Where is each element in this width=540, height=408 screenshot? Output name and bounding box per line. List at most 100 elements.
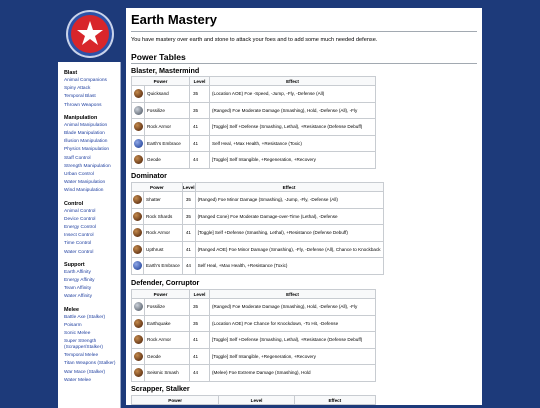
power-icon-cell (131, 101, 145, 119)
power-icon-cell (131, 118, 145, 136)
sidebar-item-water-melee[interactable]: Water Melee (58, 377, 120, 385)
sidebar-item-team-affinity[interactable]: Team Affinity (58, 285, 120, 293)
power-tables-heading: Power Tables (131, 52, 186, 62)
column-header-effect: Effect (209, 289, 376, 299)
power-effect: (Ranged AOE) Foe Minor Damage (Smashing)… (194, 240, 384, 258)
table-row: Earth's Embrace 41 Self Heal, +Max Healt… (131, 134, 376, 152)
power-name[interactable]: Earthquake (144, 314, 190, 332)
sidebar-item-poisarm[interactable]: Poisarm (58, 322, 120, 330)
sidebar-item-physics-manipulation[interactable]: Physics Manipulation (58, 146, 120, 154)
site-logo[interactable] (68, 12, 112, 56)
power-name[interactable]: Fossilize (144, 101, 190, 119)
column-header-effect: Effect (209, 76, 376, 86)
rock-shards-icon (133, 211, 142, 221)
power-table: Power Level Effect Quicksand 35 (Locatio… (131, 76, 376, 169)
sidebar-item-super-strength[interactable]: Super Strength (Scrapper/Stalker) (58, 338, 120, 352)
column-header-level: Level (189, 289, 210, 299)
column-header-level: Level (189, 76, 210, 86)
power-effect: (Location AOE) Foe Chance for Knockdown,… (209, 314, 376, 332)
power-effect: [Toggle] Self +Defense (Smashing, Lethal… (194, 224, 384, 242)
power-level: 41 (189, 134, 210, 152)
sidebar-item-water-control[interactable]: Water Control (58, 249, 120, 257)
power-name[interactable]: Geode (144, 347, 190, 365)
table-row: Rock Armor 41 [Toggle] Self +Defense (Sm… (131, 331, 376, 349)
main-content: Earth Mastery You have mastery over eart… (126, 8, 482, 405)
sidebar-item-insect-control[interactable]: Insect Control (58, 232, 120, 240)
sidebar-item-earth-affinity[interactable]: Earth Affinity (58, 269, 120, 277)
sidebar-item-temporal-blast[interactable]: Temporal Blast (58, 93, 120, 101)
power-effect: (Location AOE) Foe -Speed, -Jump, -Fly, … (209, 85, 376, 103)
fossilize-icon (133, 302, 143, 312)
power-icon-cell (131, 331, 145, 349)
shatter-icon (133, 195, 142, 205)
rock-armor-icon (133, 335, 143, 345)
power-name[interactable]: Geode (144, 151, 190, 169)
sidebar-item-energy-affinity[interactable]: Energy Affinity (58, 277, 120, 285)
power-name[interactable]: Earth's Embrace (143, 257, 183, 275)
geode-icon (133, 155, 143, 165)
power-table: Power Level Effect (130, 395, 377, 405)
table-row: Geode 44 [Toggle] Self Intangible, +Rege… (131, 151, 376, 169)
table-row: Fossilize 35 (Ranged) Foe Moderate Damag… (131, 101, 376, 119)
sidebar-item-titan-weapons[interactable]: Titan Weapons (Stalker) (58, 360, 120, 368)
power-name[interactable]: Rock Armor (144, 118, 190, 136)
sidebar-item-animal-manipulation[interactable]: Animal Manipulation (58, 122, 120, 130)
power-name[interactable]: Earth's Embrace (144, 134, 190, 152)
power-name[interactable]: Rock Armor (144, 331, 190, 349)
section-title: Scrapper, Stalker (131, 384, 190, 393)
sidebar-item-energy-control[interactable]: Energy Control (58, 224, 120, 232)
sidebar-item-staff-control[interactable]: Staff Control (58, 155, 120, 163)
geode-icon (133, 351, 143, 361)
table-header-row: Power Level Effect (131, 182, 384, 192)
power-level: 35 (189, 85, 210, 103)
sidebar-item-war-mace[interactable]: War Mace (Stalker) (58, 369, 120, 377)
power-level: 44 (189, 364, 210, 382)
power-icon-cell (131, 207, 144, 225)
sidebar-item-animal-companions[interactable]: Animal Companions (58, 77, 120, 85)
power-effect: (Ranged Cone) Foe Moderate Damage-over-T… (194, 207, 384, 225)
power-name[interactable]: Upthrust (143, 240, 183, 258)
power-icon-cell (131, 224, 144, 242)
power-effect: (Ranged) Foe Moderate Damage (Smashing),… (209, 298, 376, 316)
section-title: Defender, Corruptor (131, 278, 200, 287)
seismic-smash-icon (133, 368, 143, 378)
power-icon-cell (131, 151, 145, 169)
sidebar-item-water-affinity[interactable]: Water Affinity (58, 293, 120, 301)
power-name[interactable]: Rock Armor (143, 224, 183, 242)
sidebar-item-temporal-melee[interactable]: Temporal Melee (58, 352, 120, 360)
sidebar-heading: Manipulation (64, 114, 98, 121)
power-name[interactable]: Fossilize (144, 298, 190, 316)
power-effect: [Toggle] Self +Defense (Smashing, Lethal… (209, 331, 376, 349)
page-title: Earth Mastery (131, 12, 217, 27)
power-effect: [Toggle] Self Intangible, +Regeneration,… (209, 347, 376, 365)
sidebar-item-thrown-weapons[interactable]: Thrown Weapons (58, 102, 120, 110)
rock-armor-icon (133, 228, 142, 238)
sidebar-item-spiny-attack[interactable]: Spiny Attack (58, 85, 120, 93)
sidebar-item-blade-manipulation[interactable]: Blade Manipulation (58, 130, 120, 138)
sidebar-item-wind-manipulation[interactable]: Wind Manipulation (58, 187, 120, 195)
sidebar-item-strength-manipulation[interactable]: Strength Manipulation (58, 163, 120, 171)
power-name[interactable]: Seismic Smash (144, 364, 190, 382)
column-header-power: Power (131, 289, 190, 299)
power-icon-cell (131, 240, 144, 258)
sidebar-item-illusion-manipulation[interactable]: Illusion Manipulation (58, 138, 120, 146)
sidebar-nav: Blast Animal Companions Spiny Attack Tem… (58, 62, 121, 408)
power-name[interactable]: Shatter (143, 191, 183, 209)
sidebar-item-sonic-melee[interactable]: Sonic Melee (58, 330, 120, 338)
power-level: 41 (189, 118, 210, 136)
sidebar-item-battle-axe[interactable]: Battle Axe (Stalker) (58, 314, 120, 322)
power-level: 35 (189, 298, 210, 316)
sidebar-item-water-manipulation[interactable]: Water Manipulation (58, 179, 120, 187)
sidebar-item-urban-control[interactable]: Urban Control (58, 171, 120, 179)
power-name[interactable]: Rock Shards (143, 207, 183, 225)
table-row: Fossilize 35 (Ranged) Foe Moderate Damag… (131, 298, 376, 316)
sidebar-item-device-control[interactable]: Device Control (58, 216, 120, 224)
earths-embrace-icon (133, 261, 142, 271)
column-header-effect: Effect (194, 182, 384, 192)
intro-text: You have mastery over earth and stone to… (131, 37, 378, 43)
power-name[interactable]: Quicksand (144, 85, 190, 103)
table-header-row: Power Level Effect (131, 289, 376, 299)
sidebar-item-animal-control[interactable]: Animal Control (58, 208, 120, 216)
sidebar-item-time-control[interactable]: Time Control (58, 240, 120, 248)
table-row: Seismic Smash 44 (Melee) Foe Extreme Dam… (131, 364, 376, 382)
